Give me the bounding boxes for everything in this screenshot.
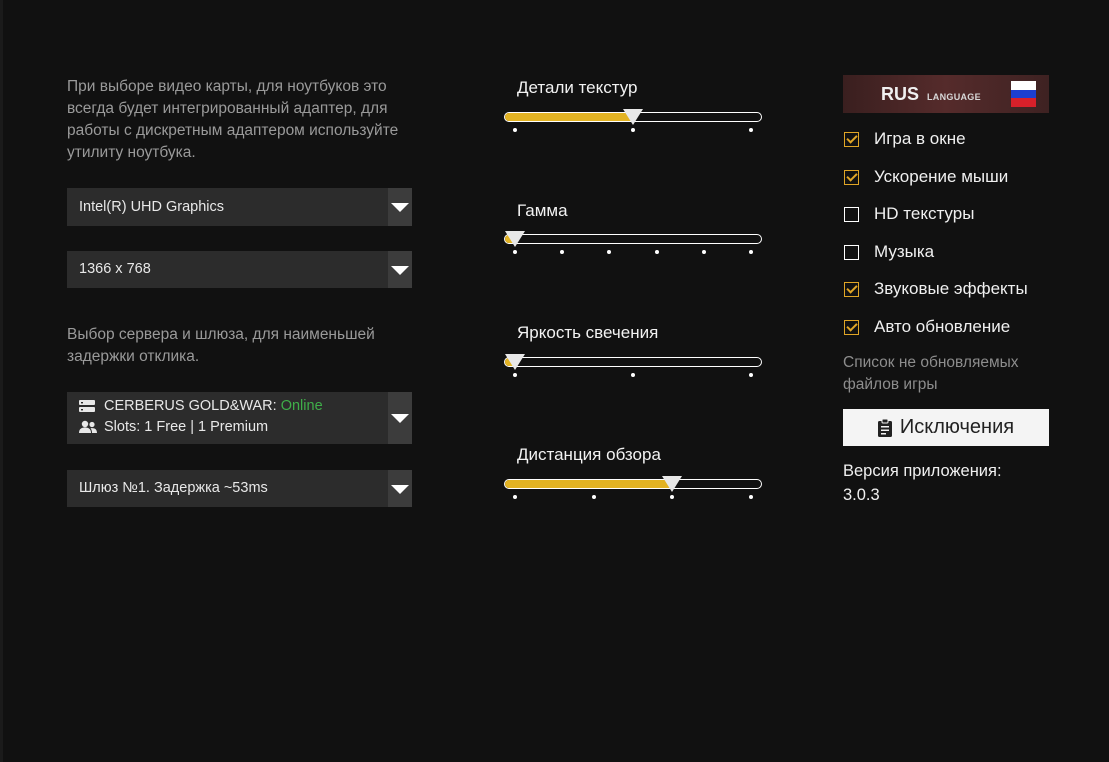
slider-glow-brightness[interactable] bbox=[504, 357, 762, 367]
slider-tick bbox=[513, 495, 517, 499]
chevron-down-icon[interactable] bbox=[388, 470, 412, 507]
exclusions-note: Список не обновляемых файлов игры bbox=[843, 354, 1019, 393]
checkbox-unchecked-icon[interactable] bbox=[844, 244, 859, 260]
version-label: Версия приложения: bbox=[843, 462, 1002, 480]
slider-tick bbox=[670, 495, 675, 499]
slots-line: Slots: 1 Free | 1 Premium bbox=[79, 419, 268, 435]
slider-tick bbox=[749, 373, 753, 377]
exclusions-button[interactable]: Исключения bbox=[843, 409, 1049, 446]
gateway-select-value: Шлюз №1. Задержка ~53ms bbox=[79, 480, 268, 496]
slider-fill bbox=[505, 113, 634, 121]
slider-tick bbox=[560, 250, 565, 254]
language-word: LANGUAGE bbox=[927, 92, 981, 102]
slider-label-glow-brightness: Яркость свечения bbox=[517, 323, 659, 342]
chevron-down-icon[interactable] bbox=[388, 188, 412, 226]
slots-text: Slots: 1 Free | 1 Premium bbox=[104, 419, 269, 435]
resolution-select[interactable]: 1366 x 768 bbox=[67, 251, 412, 288]
checkbox-checked-icon[interactable] bbox=[844, 169, 859, 185]
option-auto-update[interactable]: Авто обновление bbox=[843, 317, 1010, 337]
slider-label-texture-detail: Детали текстур bbox=[517, 78, 638, 97]
option-label: HD текстуры bbox=[874, 204, 975, 223]
slider-tick bbox=[591, 495, 596, 499]
server-status: Online bbox=[280, 398, 323, 414]
server-select[interactable]: CERBERUS GOLD&WAR: Online Slots: 1 Free … bbox=[67, 392, 412, 444]
server-line: CERBERUS GOLD&WAR: Online bbox=[79, 398, 323, 414]
gpu-note: При выборе видео карты, для ноутбуков эт… bbox=[67, 78, 399, 161]
slider-tick bbox=[749, 128, 753, 132]
slider-thumb[interactable] bbox=[505, 231, 525, 247]
slider-gamma[interactable] bbox=[504, 234, 762, 244]
slider-thumb[interactable] bbox=[662, 476, 683, 492]
option-music[interactable]: Музыка bbox=[843, 242, 934, 262]
slider-tick bbox=[701, 250, 706, 254]
slider-tick bbox=[631, 373, 635, 377]
option-sound-effects[interactable]: Звуковые эффекты bbox=[843, 279, 1028, 299]
gpu-select[interactable]: Intel(R) UHD Graphics bbox=[67, 188, 412, 226]
option-label: Ускорение мыши bbox=[874, 167, 1009, 186]
option-label: Музыка bbox=[874, 242, 935, 261]
checkbox-checked-icon[interactable] bbox=[844, 281, 859, 297]
language-code: RUS bbox=[881, 84, 920, 104]
chevron-down-icon[interactable] bbox=[388, 251, 412, 288]
slider-label-gamma: Гамма bbox=[517, 201, 568, 220]
clipboard-icon bbox=[877, 418, 892, 437]
slider-tick bbox=[749, 495, 753, 499]
exclusions-button-label: Исключения bbox=[899, 416, 1015, 438]
gateway-select[interactable]: Шлюз №1. Задержка ~53ms bbox=[67, 470, 412, 507]
option-label: Игра в окне bbox=[874, 129, 966, 148]
slider-fill bbox=[505, 480, 674, 488]
slider-tick bbox=[654, 250, 659, 254]
language-button[interactable]: RUS LANGUAGE bbox=[843, 75, 1049, 113]
gpu-select-value: Intel(R) UHD Graphics bbox=[79, 199, 225, 215]
checkbox-checked-icon[interactable] bbox=[844, 319, 859, 335]
russia-flag-icon bbox=[1011, 81, 1036, 107]
slider-tick bbox=[607, 250, 612, 254]
users-icon bbox=[79, 420, 97, 433]
option-windowed[interactable]: Игра в окне bbox=[843, 129, 966, 149]
slider-thumb[interactable] bbox=[623, 109, 643, 125]
slider-tick bbox=[513, 373, 517, 377]
checkbox-unchecked-icon[interactable] bbox=[844, 206, 859, 222]
version-value: 3.0.3 bbox=[843, 486, 880, 504]
chevron-down-icon[interactable] bbox=[388, 392, 412, 444]
slider-thumb[interactable] bbox=[505, 354, 525, 370]
slider-tick bbox=[631, 128, 635, 132]
slider-tick bbox=[513, 128, 517, 132]
option-mouse-acceleration[interactable]: Ускорение мыши bbox=[843, 167, 1008, 187]
resolution-select-value: 1366 x 768 bbox=[79, 261, 151, 277]
slider-tick bbox=[513, 250, 517, 254]
checkbox-checked-icon[interactable] bbox=[844, 131, 859, 147]
server-note: Выбор сервера и шлюза, для наименьшей за… bbox=[67, 326, 375, 365]
window-edge bbox=[0, 0, 3, 762]
option-label: Авто обновление bbox=[874, 317, 1011, 336]
slider-view-distance[interactable] bbox=[504, 479, 762, 489]
server-icon bbox=[79, 400, 95, 412]
slider-label-view-distance: Дистанция обзора bbox=[517, 445, 661, 464]
server-name: CERBERUS GOLD&WAR: bbox=[104, 398, 277, 414]
option-label: Звуковые эффекты bbox=[874, 279, 1028, 298]
slider-tick bbox=[749, 250, 753, 254]
option-hd-textures[interactable]: HD текстуры bbox=[843, 204, 974, 224]
